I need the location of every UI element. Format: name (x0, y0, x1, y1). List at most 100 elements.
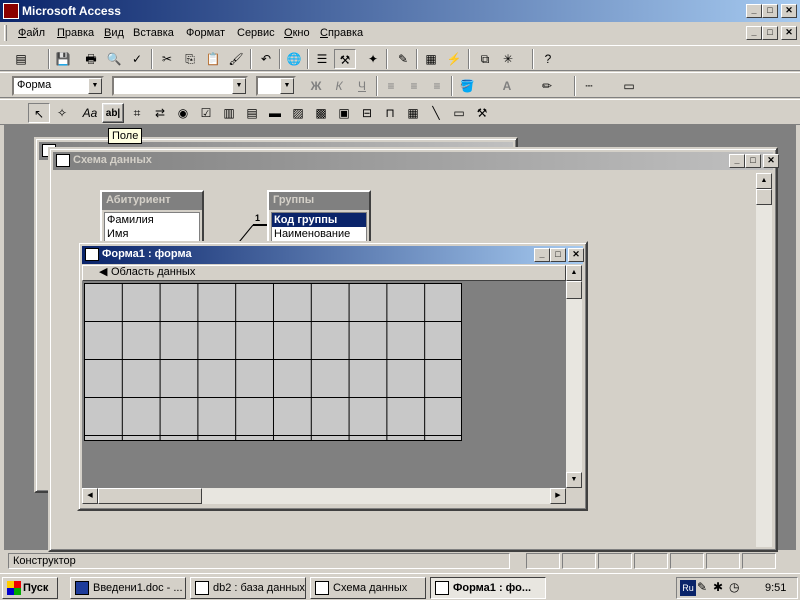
list-item[interactable]: Имя (105, 227, 199, 241)
option-group-icon[interactable]: ⌗ (126, 103, 148, 123)
field-list-icon[interactable]: ☰ (311, 49, 333, 69)
task-word-doc[interactable]: Введени1.doc - ... (70, 577, 186, 599)
option-button-icon[interactable]: ◉ (172, 103, 194, 123)
page-break-icon[interactable]: ⊟ (356, 103, 378, 123)
form-design-area[interactable]: ◀ Область данных (82, 265, 566, 488)
align-center-icon[interactable]: ≡ (403, 76, 425, 96)
preview-icon[interactable]: 🔍 (103, 49, 125, 69)
subform-icon[interactable]: ▦ (402, 103, 424, 123)
hyperlink-icon[interactable]: 🌐 (283, 49, 305, 69)
schema-vertical-scrollbar[interactable]: ▲ (756, 173, 772, 547)
align-left-icon[interactable]: ≡ (380, 76, 402, 96)
close-button[interactable]: ✕ (781, 4, 797, 18)
builder-icon[interactable]: ⚡ (443, 49, 465, 69)
wizard-icon[interactable]: ✧ (51, 103, 73, 123)
form-horizontal-scrollbar[interactable]: ◀ ▶ (82, 488, 566, 504)
scroll-right-icon[interactable]: ▶ (550, 488, 566, 504)
form-close-button[interactable]: ✕ (568, 248, 584, 262)
line-width-icon[interactable]: ┄ (578, 76, 600, 96)
label-tool-icon[interactable]: Aa (79, 103, 101, 123)
scroll-up-icon[interactable]: ▲ (566, 265, 582, 281)
font-color-icon[interactable]: A (496, 76, 518, 96)
line-tool-icon[interactable]: ╲ (425, 103, 447, 123)
spelling-icon[interactable]: ✓ (126, 49, 148, 69)
copy-icon[interactable]: ⎘ (179, 49, 201, 69)
menu-insert[interactable]: Вставка (133, 27, 174, 39)
database-window-icon[interactable]: ⧉ (474, 49, 496, 69)
list-item[interactable]: Наименование (272, 227, 366, 241)
font-size-combo[interactable]: ▼ (256, 76, 296, 96)
toolbox-icon[interactable]: ⚒ (334, 49, 356, 69)
tray-app-icon[interactable]: ✎ (697, 580, 707, 594)
clock[interactable]: 9:51 (765, 582, 786, 594)
list-item[interactable]: Код группы (272, 213, 366, 227)
format-painter-icon[interactable]: 🖌 (225, 49, 247, 69)
special-effect-icon[interactable]: ▭ (618, 76, 640, 96)
print-icon[interactable]: 🖶 (80, 49, 102, 69)
combo-box-icon[interactable]: ▥ (218, 103, 240, 123)
doc-minimize-button[interactable]: _ (746, 26, 762, 40)
detail-section-grid[interactable] (84, 283, 462, 441)
tray-bug-icon[interactable]: ✱ (713, 580, 723, 594)
select-objects-icon[interactable]: ↖ (28, 103, 50, 123)
checkbox-icon[interactable]: ☑ (195, 103, 217, 123)
menu-format[interactable]: Формат (186, 27, 225, 39)
italic-button[interactable]: К (328, 76, 350, 96)
autoformat-icon[interactable]: ✦ (362, 49, 384, 69)
app-title-bar[interactable]: Microsoft Access _ □ ✕ (0, 0, 800, 22)
task-schema[interactable]: Схема данных (310, 577, 426, 599)
more-controls-icon[interactable]: ⚒ (471, 103, 493, 123)
clock-icon[interactable]: ◷ (729, 580, 739, 594)
form-window[interactable]: Форма1 : форма _ □ ✕ ◀ Область данных ▲ … (77, 241, 588, 511)
form-vertical-scrollbar[interactable]: ▲ ▼ (566, 265, 582, 488)
form-maximize-button[interactable]: □ (550, 248, 566, 262)
form-window-title[interactable]: Форма1 : форма _ □ ✕ (82, 246, 584, 264)
undo-icon[interactable]: ↶ (255, 49, 277, 69)
schema-minimize-button[interactable]: _ (729, 154, 745, 168)
language-indicator[interactable]: Ru (680, 580, 696, 596)
list-box-icon[interactable]: ▤ (241, 103, 263, 123)
menu-window[interactable]: Окно (284, 27, 310, 39)
save-icon[interactable]: 💾 (52, 49, 74, 69)
schema-window-title[interactable]: Схема данных _ □ ✕ (53, 152, 779, 170)
form-minimize-button[interactable]: _ (534, 248, 550, 262)
fill-color-icon[interactable]: 🪣 (456, 76, 478, 96)
list-item[interactable]: Фамилия (105, 213, 199, 227)
object-combo[interactable]: Форма ▼ (12, 76, 104, 96)
schema-close-button[interactable]: ✕ (763, 154, 779, 168)
schema-maximize-button[interactable]: □ (745, 154, 761, 168)
maximize-button[interactable]: □ (762, 4, 778, 18)
cut-icon[interactable]: ✂ (156, 49, 178, 69)
scroll-thumb[interactable] (756, 189, 772, 205)
rectangle-tool-icon[interactable]: ▭ (448, 103, 470, 123)
start-button[interactable]: Пуск (2, 577, 58, 599)
scroll-thumb[interactable] (98, 488, 202, 504)
font-combo[interactable]: ▼ (112, 76, 248, 96)
scroll-down-icon[interactable]: ▼ (566, 472, 582, 488)
task-database[interactable]: db2 : база данных (190, 577, 306, 599)
code-icon[interactable]: ✎ (392, 49, 414, 69)
underline-button[interactable]: Ч (351, 76, 373, 96)
view-icon[interactable]: ▤ (10, 49, 32, 69)
toggle-button-icon[interactable]: ⇄ (149, 103, 171, 123)
section-bar[interactable]: ◀ Область данных (82, 265, 566, 281)
paste-icon[interactable]: 📋 (202, 49, 224, 69)
tab-control-icon[interactable]: ⊓ (379, 103, 401, 123)
image-icon[interactable]: ▨ (287, 103, 309, 123)
bound-frame-icon[interactable]: ▣ (333, 103, 355, 123)
minimize-button[interactable]: _ (746, 4, 762, 18)
properties-icon[interactable]: ▦ (420, 49, 442, 69)
new-object-icon[interactable]: ✳ (497, 49, 519, 69)
menu-view[interactable]: Вид (104, 27, 124, 39)
menu-help[interactable]: Справка (320, 27, 363, 39)
menu-file[interactable]: Файл (18, 27, 45, 39)
scroll-up-icon[interactable]: ▲ (756, 173, 772, 189)
command-button-icon[interactable]: ▬ (264, 103, 286, 123)
task-form[interactable]: Форма1 : фо... (430, 577, 546, 599)
line-color-icon[interactable]: ✏ (536, 76, 558, 96)
menu-edit[interactable]: Правка (57, 27, 94, 39)
textbox-tool-icon[interactable]: ab| (102, 103, 124, 123)
align-right-icon[interactable]: ≡ (426, 76, 448, 96)
bold-button[interactable]: Ж (305, 76, 327, 96)
menu-tools[interactable]: Сервис (237, 27, 275, 39)
